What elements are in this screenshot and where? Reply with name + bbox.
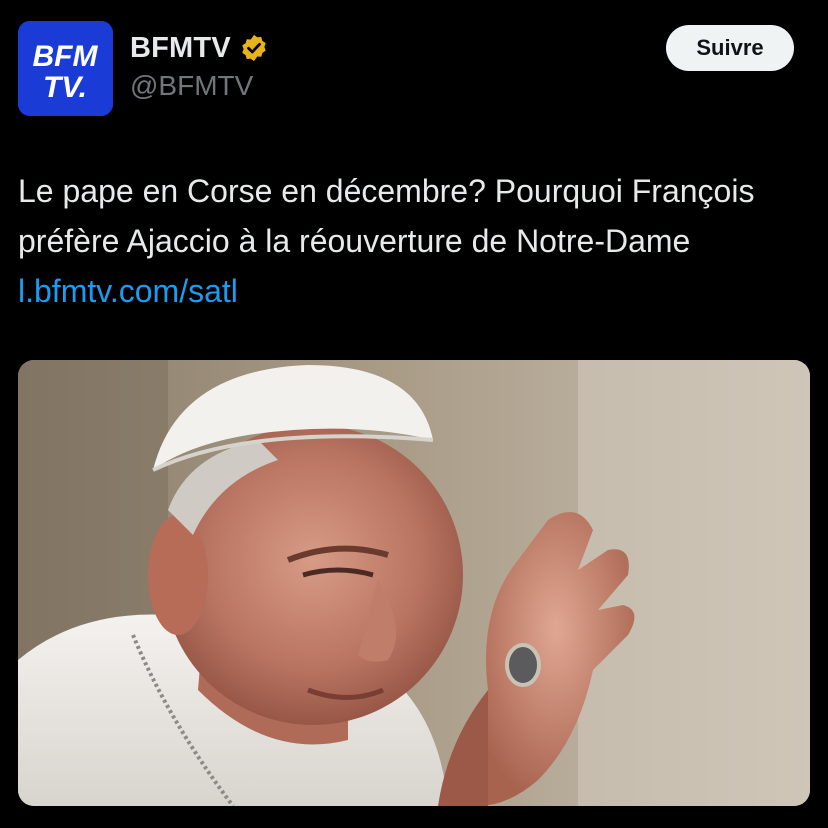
- tweet-body: Le pape en Corse en décembre? Pourquoi F…: [18, 173, 755, 259]
- tweet-text: Le pape en Corse en décembre? Pourquoi F…: [18, 166, 808, 316]
- handle[interactable]: @BFMTV: [130, 70, 269, 102]
- tweet-link[interactable]: l.bfmtv.com/satl: [18, 273, 238, 309]
- tweet-card: BFM TV. BFMTV @BFMTV Suivre Le pape en C…: [0, 0, 828, 828]
- author-info: BFMTV @BFMTV: [130, 30, 269, 102]
- svg-text:TV.: TV.: [43, 71, 87, 104]
- follow-button[interactable]: Suivre: [666, 25, 794, 71]
- pope-photo: [18, 360, 810, 806]
- bfmtv-logo: BFM TV.: [18, 21, 113, 116]
- display-name[interactable]: BFMTV: [130, 32, 231, 65]
- svg-text:BFM: BFM: [33, 40, 99, 73]
- avatar[interactable]: BFM TV.: [18, 21, 113, 116]
- name-row: BFMTV: [130, 30, 269, 66]
- tweet-media-image[interactable]: [18, 360, 810, 806]
- verified-badge-icon: [242, 34, 266, 62]
